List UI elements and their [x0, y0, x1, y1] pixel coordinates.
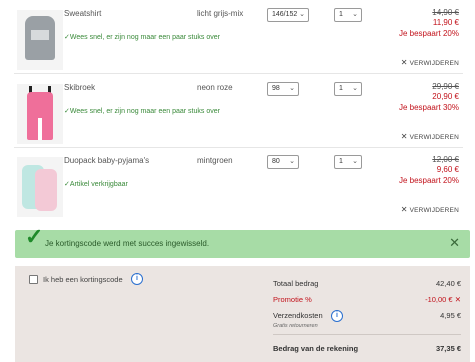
close-icon[interactable]: ✕	[455, 295, 461, 304]
close-icon: ✕	[400, 58, 408, 67]
old-price: 29,90 €	[432, 82, 459, 91]
product-image[interactable]	[17, 10, 63, 70]
product-name[interactable]: Sweatshirt	[64, 9, 101, 18]
chevron-down-icon: ⌄	[352, 158, 358, 165]
grand-total-label: Bedrag van de rekening	[273, 344, 359, 353]
new-price: 11,90 €	[432, 18, 459, 27]
chevron-down-icon: ⌄	[299, 11, 305, 18]
remove-button[interactable]: ✕ VERWIJDEREN	[401, 58, 459, 67]
product-name[interactable]: Skibroek	[64, 83, 95, 92]
new-price: 20,90 €	[432, 92, 459, 101]
success-message: Je kortingscode werd met succes ingewiss…	[45, 239, 210, 248]
discount-checkbox-label[interactable]: Ik heb een kortingscode	[43, 275, 123, 284]
cart-item: Skibroek ✓Wees snel, er zijn nog maar ee…	[14, 82, 463, 148]
quantity-select[interactable]: 1 ⌄	[334, 8, 362, 22]
old-price: 12,00 €	[432, 155, 459, 164]
grand-total-row: Bedrag van de rekening 37,35 €	[273, 344, 461, 353]
saving-text: Je bespaart 20%	[398, 29, 459, 38]
cart-item: Duopack baby-pyjama's ✓Artikel verkrijgb…	[14, 155, 463, 223]
close-icon[interactable]: ✕	[449, 235, 460, 251]
product-color: licht grijs-mix	[197, 9, 244, 18]
total-row: Totaal bedrag 42,40 €	[273, 279, 461, 288]
size-select[interactable]: 98 ⌄	[267, 82, 299, 96]
returns-note: Gratis retourneren	[273, 323, 318, 329]
info-icon[interactable]: i	[331, 310, 343, 322]
close-icon: ✕	[400, 205, 408, 214]
total-value: 42,40 €	[435, 279, 461, 288]
product-image[interactable]	[17, 84, 63, 144]
new-price: 9,60 €	[436, 165, 459, 174]
product-color: mintgroen	[197, 156, 233, 165]
shipping-row: Verzendkosten 4,95 €	[273, 311, 461, 320]
total-label: Totaal bedrag	[273, 279, 319, 288]
grand-total-value: 37,35 €	[435, 344, 461, 353]
stock-status: ✓Wees snel, er zijn nog maar een paar st…	[64, 108, 220, 115]
chevron-down-icon: ⌄	[352, 85, 358, 92]
saving-text: Je bespaart 30%	[398, 103, 459, 112]
shipping-label: Verzendkosten	[273, 311, 323, 320]
size-select[interactable]: 80 ⌄	[267, 155, 299, 169]
size-select[interactable]: 146/152 ⌄	[267, 8, 309, 22]
check-icon: ✓	[25, 224, 44, 249]
promo-row: Promotie % -10,00 € ✕	[273, 295, 461, 304]
success-banner: ✓ Je kortingscode werd met succes ingewi…	[15, 224, 470, 258]
remove-button[interactable]: ✕ VERWIJDEREN	[401, 132, 459, 141]
promo-label: Promotie %	[273, 295, 312, 304]
chevron-down-icon: ⌄	[289, 85, 295, 92]
divider	[273, 334, 461, 335]
product-image[interactable]	[17, 157, 63, 217]
skibroek-image	[27, 92, 53, 140]
shipping-value: 4,95 €	[440, 311, 461, 320]
quantity-select[interactable]: 1 ⌄	[334, 155, 362, 169]
pyjama-pink-image	[35, 169, 57, 211]
remove-button[interactable]: ✕ VERWIJDEREN	[401, 205, 459, 214]
promo-value: -10,00 € ✕	[425, 295, 461, 304]
chevron-down-icon: ⌄	[352, 11, 358, 18]
discount-checkbox[interactable]	[29, 275, 38, 284]
sweatshirt-image	[25, 16, 55, 60]
cart-item: Sweatshirt ✓Wees snel, er zijn nog maar …	[14, 8, 463, 74]
product-name[interactable]: Duopack baby-pyjama's	[64, 156, 149, 165]
quantity-select[interactable]: 1 ⌄	[334, 82, 362, 96]
stock-status: ✓Artikel verkrijgbaar	[64, 181, 128, 188]
saving-text: Je bespaart 20%	[398, 176, 459, 185]
info-icon[interactable]: i	[131, 273, 143, 285]
order-summary: Ik heb een kortingscode i Totaal bedrag …	[15, 266, 470, 362]
close-icon: ✕	[400, 132, 408, 141]
old-price: 14,90 €	[432, 8, 459, 17]
product-color: neon roze	[197, 83, 233, 92]
stock-status: ✓Wees snel, er zijn nog maar een paar st…	[64, 34, 220, 41]
chevron-down-icon: ⌄	[289, 158, 295, 165]
